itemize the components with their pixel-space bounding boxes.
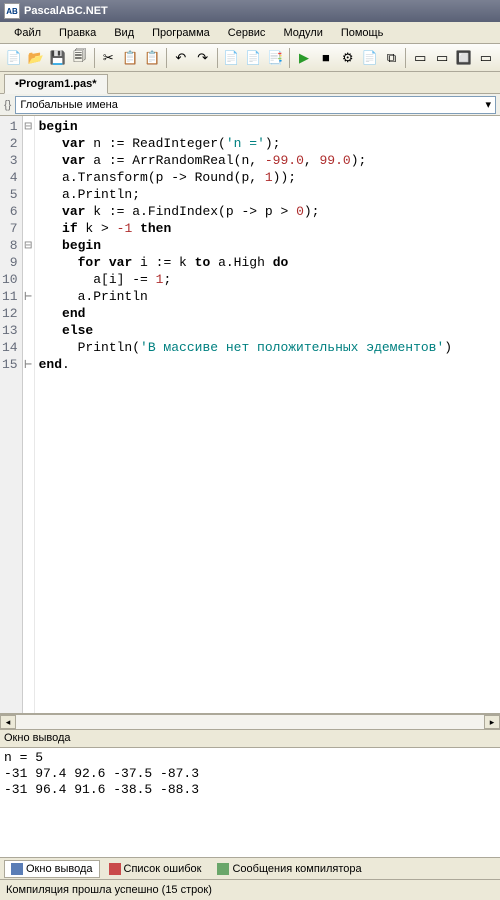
tab-program1[interactable]: •Program1.pas*	[4, 74, 108, 94]
bottom-tab[interactable]: Окно вывода	[4, 860, 100, 878]
menu-help[interactable]: Помощь	[333, 25, 392, 41]
scope-dropdown[interactable]: Глобальные имена ▾	[15, 96, 496, 114]
editor[interactable]: 123456789101112131415 ⊟ ⊟ ⊢ ⊢ begin var …	[0, 116, 500, 714]
separator-icon	[405, 48, 406, 68]
menu-edit[interactable]: Правка	[51, 25, 104, 41]
file-tabs: •Program1.pas*	[0, 72, 500, 94]
tool-icon[interactable]: ⧉	[382, 47, 402, 69]
layout-icon[interactable]: 🔲	[454, 47, 474, 69]
toolbar: 📄 📂 💾 🗐 ✂ 📋 📋 ↶ ↷ 📄 📄 📑 ▶ ■ ⚙ 📄 ⧉ ▭ ▭ 🔲 …	[0, 44, 500, 72]
new-icon[interactable]: 📄	[4, 47, 24, 69]
paste-icon[interactable]: 📋	[142, 47, 162, 69]
h-scrollbar[interactable]: ◂ ▸	[0, 714, 500, 730]
tool-icon[interactable]: 📄	[243, 47, 263, 69]
copy-icon[interactable]: 📋	[120, 47, 140, 69]
separator-icon	[217, 48, 218, 68]
open-icon[interactable]: 📂	[26, 47, 46, 69]
separator-icon	[166, 48, 167, 68]
tab-label: Окно вывода	[26, 863, 93, 875]
tool-icon[interactable]: 📑	[265, 47, 285, 69]
fold-column[interactable]: ⊟ ⊟ ⊢ ⊢	[23, 116, 35, 713]
statusbar: Компиляция прошла успешно (15 строк)	[0, 880, 500, 900]
save-icon[interactable]: 💾	[48, 47, 68, 69]
scope-label: Глобальные имена	[20, 99, 118, 111]
chevron-down-icon: ▾	[485, 98, 491, 111]
menu-program[interactable]: Программа	[144, 25, 218, 41]
scroll-right-icon[interactable]: ▸	[484, 715, 500, 729]
output-pane[interactable]: n = 5 -31 97.4 92.6 -37.5 -87.3 -31 96.4…	[0, 748, 500, 858]
tab-icon	[11, 863, 23, 875]
menu-view[interactable]: Вид	[106, 25, 142, 41]
title-text: PascalABC.NET	[24, 5, 108, 17]
scroll-track[interactable]	[16, 715, 484, 729]
stop-icon[interactable]: ■	[316, 47, 336, 69]
menu-service[interactable]: Сервис	[220, 25, 274, 41]
menu-file[interactable]: Файл	[6, 25, 49, 41]
undo-icon[interactable]: ↶	[171, 47, 191, 69]
menu-modules[interactable]: Модули	[275, 25, 330, 41]
scroll-left-icon[interactable]: ◂	[0, 715, 16, 729]
tab-label: Сообщения компилятора	[232, 863, 361, 875]
code-area[interactable]: begin var n := ReadInteger('n ='); var a…	[35, 116, 500, 713]
redo-icon[interactable]: ↷	[193, 47, 213, 69]
app-icon: AB	[4, 3, 20, 19]
scope-row: {} Глобальные имена ▾	[0, 94, 500, 116]
bottom-tab[interactable]: Сообщения компилятора	[210, 860, 368, 878]
layout-icon[interactable]: ▭	[432, 47, 452, 69]
run-icon[interactable]: ▶	[294, 47, 314, 69]
tool-icon[interactable]: 📄	[222, 47, 242, 69]
cut-icon[interactable]: ✂	[98, 47, 118, 69]
status-text: Компиляция прошла успешно (15 строк)	[6, 884, 212, 896]
layout-icon[interactable]: ▭	[476, 47, 496, 69]
output-header: Окно вывода	[0, 730, 500, 748]
tab-label: Список ошибок	[124, 863, 202, 875]
layout-icon[interactable]: ▭	[410, 47, 430, 69]
settings-icon[interactable]: ⚙	[338, 47, 358, 69]
separator-icon	[94, 48, 95, 68]
saveall-icon[interactable]: 🗐	[70, 47, 90, 69]
tab-icon	[217, 863, 229, 875]
menubar: Файл Правка Вид Программа Сервис Модули …	[0, 22, 500, 44]
line-gutter: 123456789101112131415	[0, 116, 23, 713]
bottom-tab[interactable]: Список ошибок	[102, 860, 209, 878]
titlebar: AB PascalABC.NET	[0, 0, 500, 22]
tab-icon	[109, 863, 121, 875]
separator-icon	[289, 48, 290, 68]
tool-icon[interactable]: 📄	[360, 47, 380, 69]
scope-braces-icon: {}	[4, 99, 11, 111]
bottom-tabs: Окно вывода Список ошибок Сообщения компил…	[0, 858, 500, 880]
